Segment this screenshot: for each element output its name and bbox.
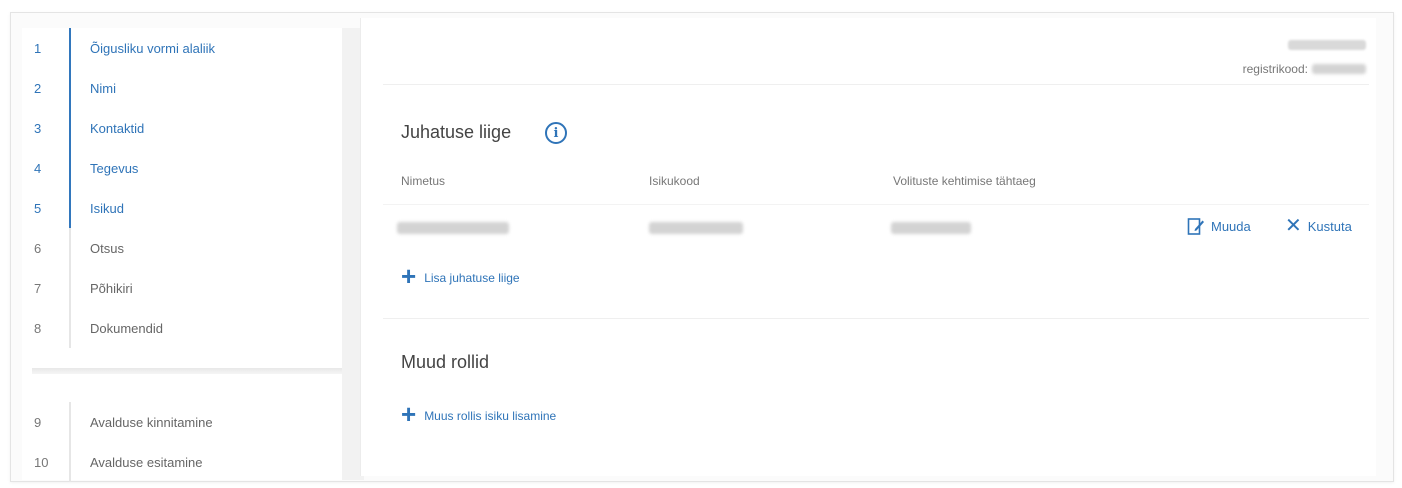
step-number: 5 [34,200,42,216]
step-1[interactable]: 1 Õigusliku vormi alaliik [22,28,332,68]
board-section-title: Juhatuse liige [401,122,512,142]
step-label: Dokumendid [90,320,163,336]
company-name-redacted [1288,40,1366,50]
steps-sidebar: 1 Õigusliku vormi alaliik 2 Nimi 3 Konta… [22,28,364,482]
step-rail [69,402,71,442]
step-number: 6 [34,240,42,256]
divider [383,84,1369,85]
step-rail [69,268,71,308]
step-rail [69,308,71,348]
step-label: Avalduse kinnitamine [90,414,213,430]
step-8[interactable]: 8 Dokumendid [22,308,332,348]
add-board-member-label: Lisa juhatuse liige [424,270,520,285]
step-rail [69,148,71,188]
info-icon[interactable]: i [545,122,567,144]
step-label: Kontaktid [90,120,145,136]
registry-code-label: registrikood: [1242,62,1308,76]
step-number: 9 [34,414,42,430]
step-label: Isikud [90,200,124,216]
step-2[interactable]: 2 Nimi [22,68,332,108]
add-other-role-label: Muus rollis isiku lisamine [424,408,557,423]
column-header-mandate-deadline: Volituste kehtimise tähtaeg [893,174,1036,188]
step-number: 10 [34,454,49,470]
column-header-id-code: Isikukood [649,174,700,188]
step-rail [69,442,71,482]
edit-button[interactable]: Muuda [1187,216,1251,236]
step-label: Tegevus [90,160,139,176]
step-3[interactable]: 3 Kontaktid [22,108,332,148]
registry-code-redacted [1312,64,1366,74]
member-name-redacted [397,222,509,234]
delete-label: Kustuta [1307,218,1352,234]
close-icon: ✕ [1285,215,1302,237]
step-9[interactable]: 9 Avalduse kinnitamine [22,402,332,442]
step-5[interactable]: 5 Isikud [22,188,332,228]
other-roles-section-title: Muud rollid [401,352,490,372]
plus-icon: + [401,399,417,429]
member-id-code-redacted [649,222,743,234]
member-deadline-redacted [891,222,971,234]
step-label: Nimi [90,80,116,96]
step-number: 8 [34,320,42,336]
step-label: Põhikiri [90,280,133,296]
add-board-member-button[interactable]: + Lisa juhatuse liige [401,261,520,291]
plus-icon: + [401,261,417,291]
step-7[interactable]: 7 Põhikiri [22,268,332,308]
step-rail [69,228,71,268]
edit-icon [1187,218,1204,235]
step-10[interactable]: 10 Avalduse esitamine [22,442,332,482]
step-4[interactable]: 4 Tegevus [22,148,332,188]
edit-label: Muuda [1211,218,1251,234]
step-number: 7 [34,280,42,296]
divider [383,318,1369,319]
step-number: 4 [34,160,42,176]
add-other-role-button[interactable]: + Muus rollis isiku lisamine [401,399,557,429]
registry-code: registrikood: [1243,62,1366,76]
step-rail [69,188,71,228]
step-label: Avalduse esitamine [90,454,203,470]
main-panel: registrikood: Juhatuse liige i Nimetus I… [360,18,1376,476]
step-number: 2 [34,80,42,96]
row-divider [383,204,1369,205]
column-header-name: Nimetus [401,174,446,188]
sidebar-divider [32,368,342,374]
step-label: Õigusliku vormi alaliik [90,40,215,56]
step-6[interactable]: 6 Otsus [22,228,332,268]
step-rail [69,28,71,68]
delete-button[interactable]: ✕ Kustuta [1285,216,1352,236]
step-number: 1 [34,40,42,56]
step-number: 3 [34,120,42,136]
step-rail [69,68,71,108]
step-label: Otsus [90,240,124,256]
step-rail [69,108,71,148]
